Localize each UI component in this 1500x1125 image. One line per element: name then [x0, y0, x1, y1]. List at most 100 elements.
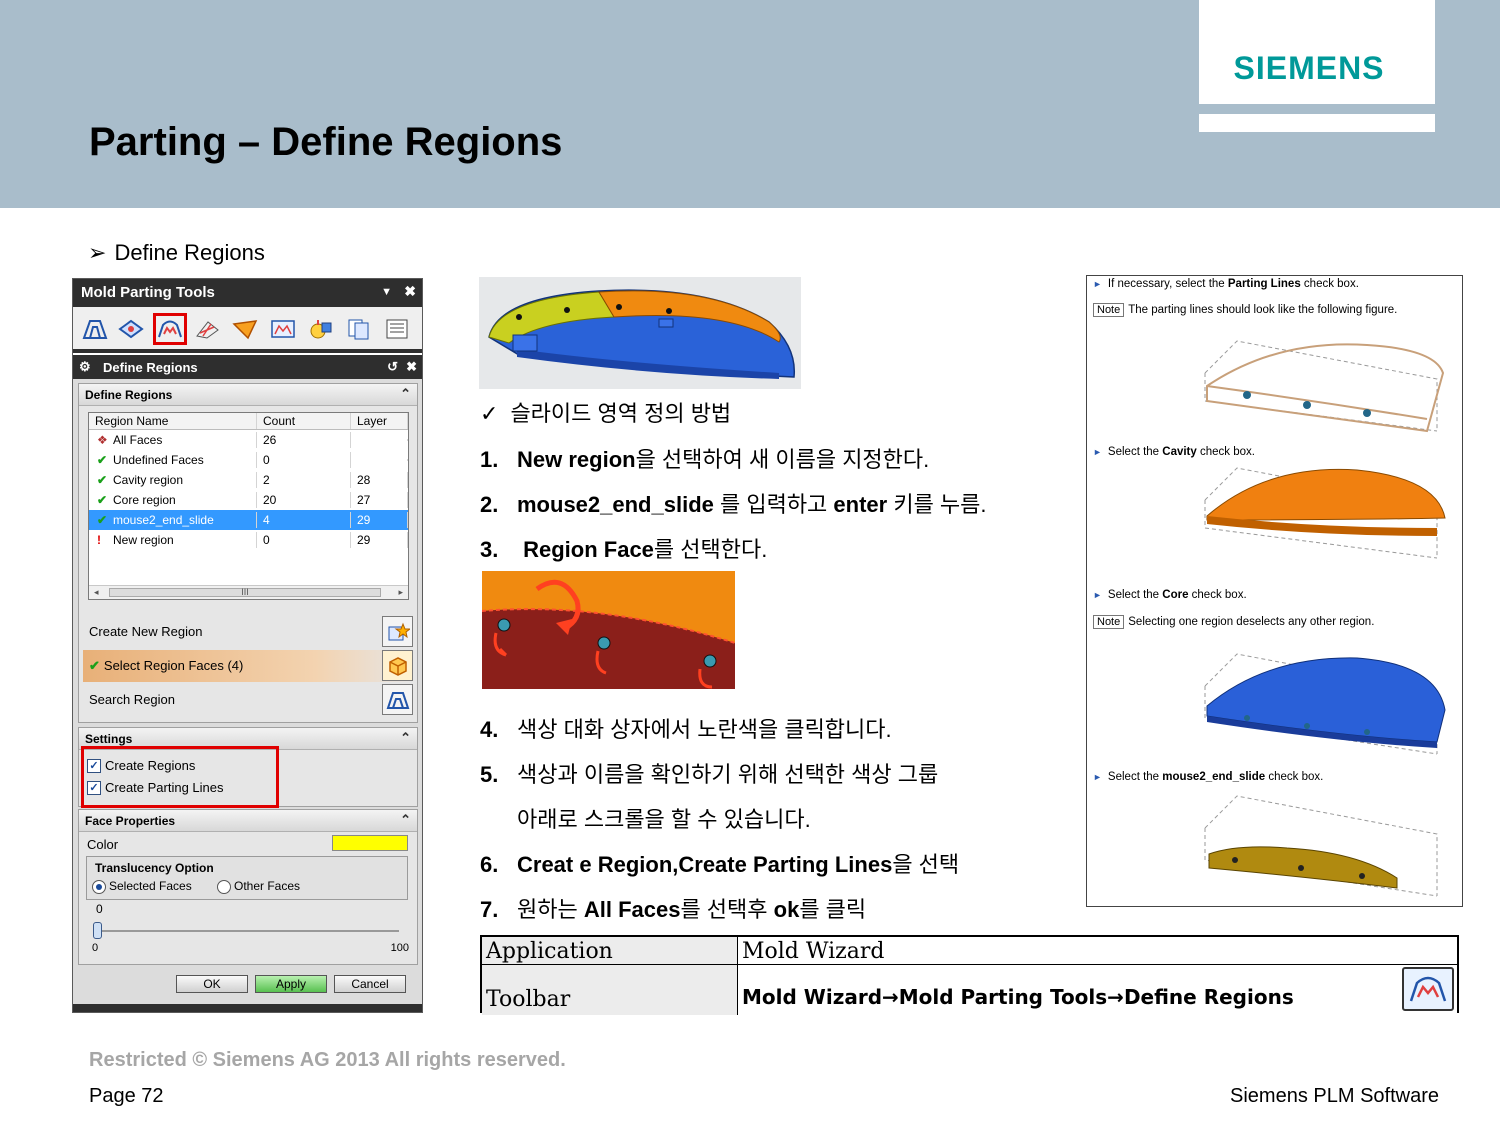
- step-text: 을 선택: [892, 852, 960, 877]
- core-figure: [1197, 646, 1447, 769]
- table-row[interactable]: ! New region 0 29: [89, 530, 408, 550]
- select-region-faces-button[interactable]: [382, 650, 413, 681]
- logo-strip: [1199, 114, 1435, 132]
- other-faces-radio-row[interactable]: Other Faces: [217, 879, 300, 894]
- step-keyword: All Faces: [583, 897, 681, 922]
- backup-parting-icon[interactable]: [345, 316, 373, 342]
- check-icon: ✔: [97, 473, 108, 487]
- exchange-model-icon[interactable]: [307, 316, 335, 342]
- ref-text: Selecting one region deselects any other…: [1128, 616, 1375, 628]
- table-row[interactable]: ❖ All Faces 26: [89, 430, 408, 450]
- section-bullet: ➢ Define Regions: [88, 240, 265, 266]
- reference-panel: ► If necessary, select the Parting Lines …: [1086, 275, 1463, 907]
- close-icon[interactable]: ✖: [406, 359, 417, 375]
- table-row-selected[interactable]: ✔ mouse2_end_slide 4 29: [89, 510, 408, 530]
- translucency-slider-track[interactable]: [97, 930, 399, 932]
- settings-group: Settings ⌃ ✓ Create Regions ✓ Create Par…: [78, 727, 418, 808]
- row-count: 0: [257, 452, 351, 468]
- table-row[interactable]: ✔ Core region 20 27: [89, 490, 408, 510]
- group-label: Settings: [85, 732, 133, 746]
- selected-faces-radio[interactable]: [92, 879, 106, 894]
- toolbar-path: Mold Wizard→Mold Parting Tools→Define Re…: [742, 985, 1294, 1009]
- horizontal-scrollbar[interactable]: ◂ III ▸: [89, 585, 408, 599]
- region-analysis-icon[interactable]: [81, 316, 109, 342]
- dialog-title-bar: Mold Parting Tools ▼ ✖: [73, 279, 422, 307]
- step-number: 3.: [480, 537, 499, 562]
- create-new-region-row: Create New Region: [83, 616, 415, 648]
- design-parting-surface-icon[interactable]: [117, 316, 145, 342]
- collapse-chevron-icon[interactable]: ⌃: [400, 386, 411, 402]
- all-faces-icon: ❖: [97, 433, 108, 447]
- apply-button[interactable]: Apply: [255, 975, 327, 993]
- ok-button[interactable]: OK: [176, 975, 248, 993]
- row-name: Cavity region: [113, 473, 184, 487]
- close-icon[interactable]: ✖: [404, 283, 416, 300]
- define-regions-group-header[interactable]: Define Regions ⌃: [79, 384, 417, 406]
- create-new-region-label: Create New Region: [89, 624, 203, 639]
- define-regions-group: Define Regions ⌃ Region Name Count Layer…: [78, 383, 418, 723]
- table-row[interactable]: ✔ Undefined Faces 0: [89, 450, 408, 470]
- reset-icon[interactable]: ↺: [387, 359, 398, 375]
- slider-min: 0: [92, 942, 99, 954]
- slider-value: 0: [96, 902, 103, 916]
- step-number: 2.: [480, 492, 499, 517]
- method-heading: ✓ 슬라이드 영역 정의 방법: [480, 396, 731, 428]
- step-keyword: ok: [773, 897, 800, 922]
- group-label: Face Properties: [85, 814, 176, 828]
- siemens-logo: SIEMENS: [1199, 0, 1435, 104]
- ref-text: check box.: [1188, 589, 1247, 601]
- footer-brand: Siemens PLM Software: [1230, 1085, 1439, 1107]
- row-layer: 29: [351, 512, 408, 528]
- cavity-figure: [1197, 458, 1447, 576]
- selected-faces-radio-row[interactable]: Selected Faces: [92, 879, 192, 894]
- define-cavity-core-icon[interactable]: [269, 316, 297, 342]
- page-title: Parting – Define Regions: [89, 120, 563, 164]
- define-regions-icon[interactable]: [153, 313, 187, 345]
- scroll-right-icon[interactable]: ▸: [398, 587, 403, 598]
- column-layer[interactable]: Layer: [351, 413, 408, 429]
- page-number: Page 72: [89, 1085, 164, 1107]
- collapse-chevron-icon[interactable]: ⌃: [400, 730, 411, 746]
- application-label: Application: [482, 937, 738, 964]
- logo-text: SIEMENS: [1233, 50, 1385, 86]
- parting-navigator-icon[interactable]: [383, 316, 411, 342]
- step-number: 1.: [480, 447, 499, 472]
- define-regions-icon: [1402, 967, 1454, 1011]
- search-region-button[interactable]: [382, 684, 413, 715]
- step-text: 색상과 이름을 확인하기 위해 선택한 색상 그룹: [517, 762, 939, 787]
- column-count[interactable]: Count: [257, 413, 351, 429]
- copyright-text: Restricted © Siemens AG 2013 All rights …: [89, 1049, 566, 1071]
- translucency-slider-handle[interactable]: [93, 922, 102, 939]
- reference-line: ► If necessary, select the Parting Lines …: [1093, 278, 1359, 290]
- color-swatch[interactable]: [332, 835, 408, 851]
- check-icon: ✔: [97, 453, 108, 467]
- scroll-thumb[interactable]: III: [109, 588, 381, 597]
- step-1: 1. New region을 선택하여 새 이름을 지정한다.: [480, 442, 929, 474]
- edit-patch-surface-icon[interactable]: [193, 316, 221, 342]
- ref-text: The parting lines should look like the f…: [1128, 304, 1398, 316]
- table-row[interactable]: ✔ Cavity region 2 28: [89, 470, 408, 490]
- face-properties-group-header[interactable]: Face Properties ⌃: [79, 810, 417, 832]
- ref-text: check box.: [1196, 446, 1255, 458]
- parting-lines-figure: [1197, 331, 1447, 444]
- step-number: 7.: [480, 897, 499, 922]
- dialog-title: Mold Parting Tools: [81, 284, 215, 301]
- cancel-button[interactable]: Cancel: [334, 975, 406, 993]
- create-new-region-button[interactable]: [382, 616, 413, 647]
- gear-icon[interactable]: ⚙: [79, 359, 91, 375]
- method-heading-text: 슬라이드 영역 정의 방법: [510, 401, 732, 426]
- step-keyword: Creat e Region,Create Parting Lines: [517, 852, 893, 877]
- dropdown-arrow-icon[interactable]: ▼: [381, 286, 392, 298]
- other-faces-radio[interactable]: [217, 879, 231, 894]
- step-5: 5. 색상과 이름을 확인하기 위해 선택한 색상 그룹: [480, 757, 938, 789]
- step-number: 6.: [480, 852, 499, 877]
- search-region-row: Search Region: [83, 684, 415, 716]
- patch-surface-icon[interactable]: [231, 316, 259, 342]
- step-text: 를 클릭: [799, 897, 867, 922]
- column-region-name[interactable]: Region Name: [89, 413, 257, 429]
- search-region-label: Search Region: [89, 692, 175, 707]
- collapse-chevron-icon[interactable]: ⌃: [400, 812, 411, 828]
- select-region-faces-row[interactable]: ✔ Select Region Faces (4): [83, 650, 415, 682]
- scroll-left-icon[interactable]: ◂: [94, 587, 99, 598]
- reference-note: Note The parting lines should look like t…: [1093, 303, 1397, 317]
